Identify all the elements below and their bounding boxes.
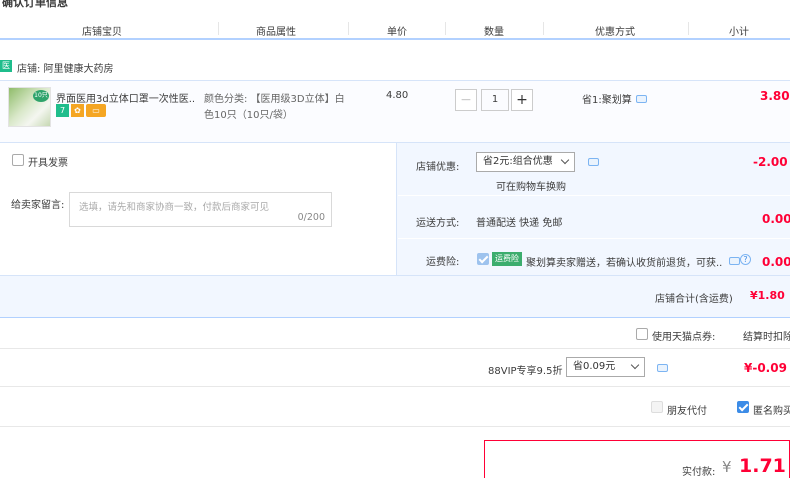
divider	[0, 317, 790, 318]
insurance-label: 运费险:	[426, 257, 460, 268]
insurance-description: 聚划算卖家赠送，若确认收货前退货，可获...	[526, 258, 722, 269]
item-subtotal: 3.80	[760, 89, 790, 103]
invoice-label: 开具发票	[28, 158, 68, 169]
chat-bubble-icon[interactable]	[729, 257, 740, 265]
product-thumbnail[interactable]: 10只	[8, 87, 51, 127]
shipping-label: 运送方式:	[416, 218, 460, 229]
message-label: 给卖家留言:	[11, 200, 65, 211]
chat-bubble-icon[interactable]	[588, 158, 599, 166]
card-icon: ▭	[86, 104, 106, 117]
payment-amount: 1.71	[739, 455, 786, 477]
shop-discount-amount: -2.00	[753, 155, 788, 169]
divider	[0, 426, 790, 427]
divider	[0, 386, 790, 387]
invoice-checkbox[interactable]	[12, 154, 24, 166]
row-divider	[398, 195, 790, 196]
vip-discount-selected: 省0.09元	[573, 361, 616, 372]
seven-day-return-icon: 7	[56, 104, 69, 117]
shipping-method: 普通配送 快递 免邮	[476, 218, 563, 229]
col-header-shop-item: 店铺宝贝	[82, 27, 122, 38]
col-header-quantity: 数量	[484, 27, 504, 38]
shop-total-amount: ¥1.80	[750, 289, 785, 302]
payment-label: 实付款:	[682, 467, 716, 478]
points-checkbox[interactable]	[636, 328, 648, 340]
col-divider	[688, 22, 689, 35]
shop-discount-select[interactable]: 省2元:组合优惠	[476, 152, 575, 172]
shop-name-link[interactable]: 店铺: 阿里健康大药房	[17, 60, 114, 75]
product-title-link[interactable]: 界面医用3d立体口罩一次性医...	[56, 90, 196, 105]
quantity-input[interactable]: 1	[481, 89, 509, 111]
col-divider	[543, 22, 544, 35]
friend-pay-checkbox[interactable]	[651, 401, 663, 413]
divider	[0, 348, 790, 349]
chat-bubble-icon[interactable]	[657, 364, 668, 372]
chevron-down-icon	[560, 155, 570, 165]
vip-discount-amount: ¥-0.09	[744, 361, 787, 375]
points-note: 结算时扣除	[743, 332, 790, 343]
message-placeholder: 选填，请先和商家协商一致，付款后商家可见	[79, 202, 270, 213]
row-divider	[398, 238, 790, 239]
col-header-discount: 优惠方式	[595, 27, 635, 38]
divider	[0, 275, 790, 276]
col-divider	[218, 22, 219, 35]
col-header-attributes: 商品属性	[256, 27, 296, 38]
vip-label: 88VIP专享9.5折	[488, 366, 563, 377]
anonymous-checkbox[interactable]	[737, 401, 749, 413]
help-icon[interactable]: ?	[740, 254, 751, 265]
shipping-amount: 0.00	[762, 212, 790, 226]
friend-pay-label: 朋友代付	[667, 406, 707, 417]
shop-total-label: 店铺合计(含运费)	[655, 294, 733, 305]
col-divider	[348, 22, 349, 35]
decrease-quantity-button[interactable]: −	[455, 89, 477, 111]
vip-discount-select[interactable]: 省0.09元	[566, 357, 645, 377]
shop-icon: 医	[0, 60, 12, 72]
thumbnail-badge: 10只	[33, 90, 49, 102]
chevron-down-icon	[630, 360, 640, 370]
chat-bubble-icon[interactable]	[636, 95, 647, 103]
flower-icon: ✿	[71, 104, 84, 117]
insurance-tag: 运费险	[492, 252, 522, 266]
points-label: 使用天猫点券:	[652, 332, 716, 343]
item-promotion: 省1:聚划算	[582, 95, 632, 106]
product-attribute-line2: 色10只（10只/袋）	[204, 110, 293, 121]
unit-price: 4.80	[386, 90, 409, 101]
insurance-checkbox	[477, 253, 489, 265]
shop-discount-hint: 可在购物车换购	[496, 182, 566, 193]
section-title: 确认订单信息	[2, 0, 68, 9]
shop-discount-label: 店铺优惠:	[416, 162, 460, 173]
anonymous-label: 匿名购买	[753, 406, 790, 417]
col-header-price: 单价	[387, 27, 407, 38]
insurance-amount: 0.00	[762, 255, 790, 269]
shop-discount-selected: 省2元:组合优惠	[483, 156, 553, 167]
quantity-stepper: − 1 +	[455, 89, 533, 111]
increase-quantity-button[interactable]: +	[511, 89, 533, 111]
seller-message-input[interactable]: 选填，请先和商家协商一致，付款后商家可见 0/200	[69, 192, 332, 227]
col-header-subtotal: 小计	[729, 27, 749, 38]
message-char-counter: 0/200	[297, 212, 325, 223]
header-underline	[0, 38, 790, 40]
payment-currency: ¥	[722, 458, 732, 476]
order-header: 确认订单信息 店铺宝贝 商品属性 单价 数量 优惠方式 小计	[0, 0, 790, 40]
product-attribute-line1: 颜色分类: 【医用级3D立体】白	[204, 94, 345, 105]
col-divider	[445, 22, 446, 35]
